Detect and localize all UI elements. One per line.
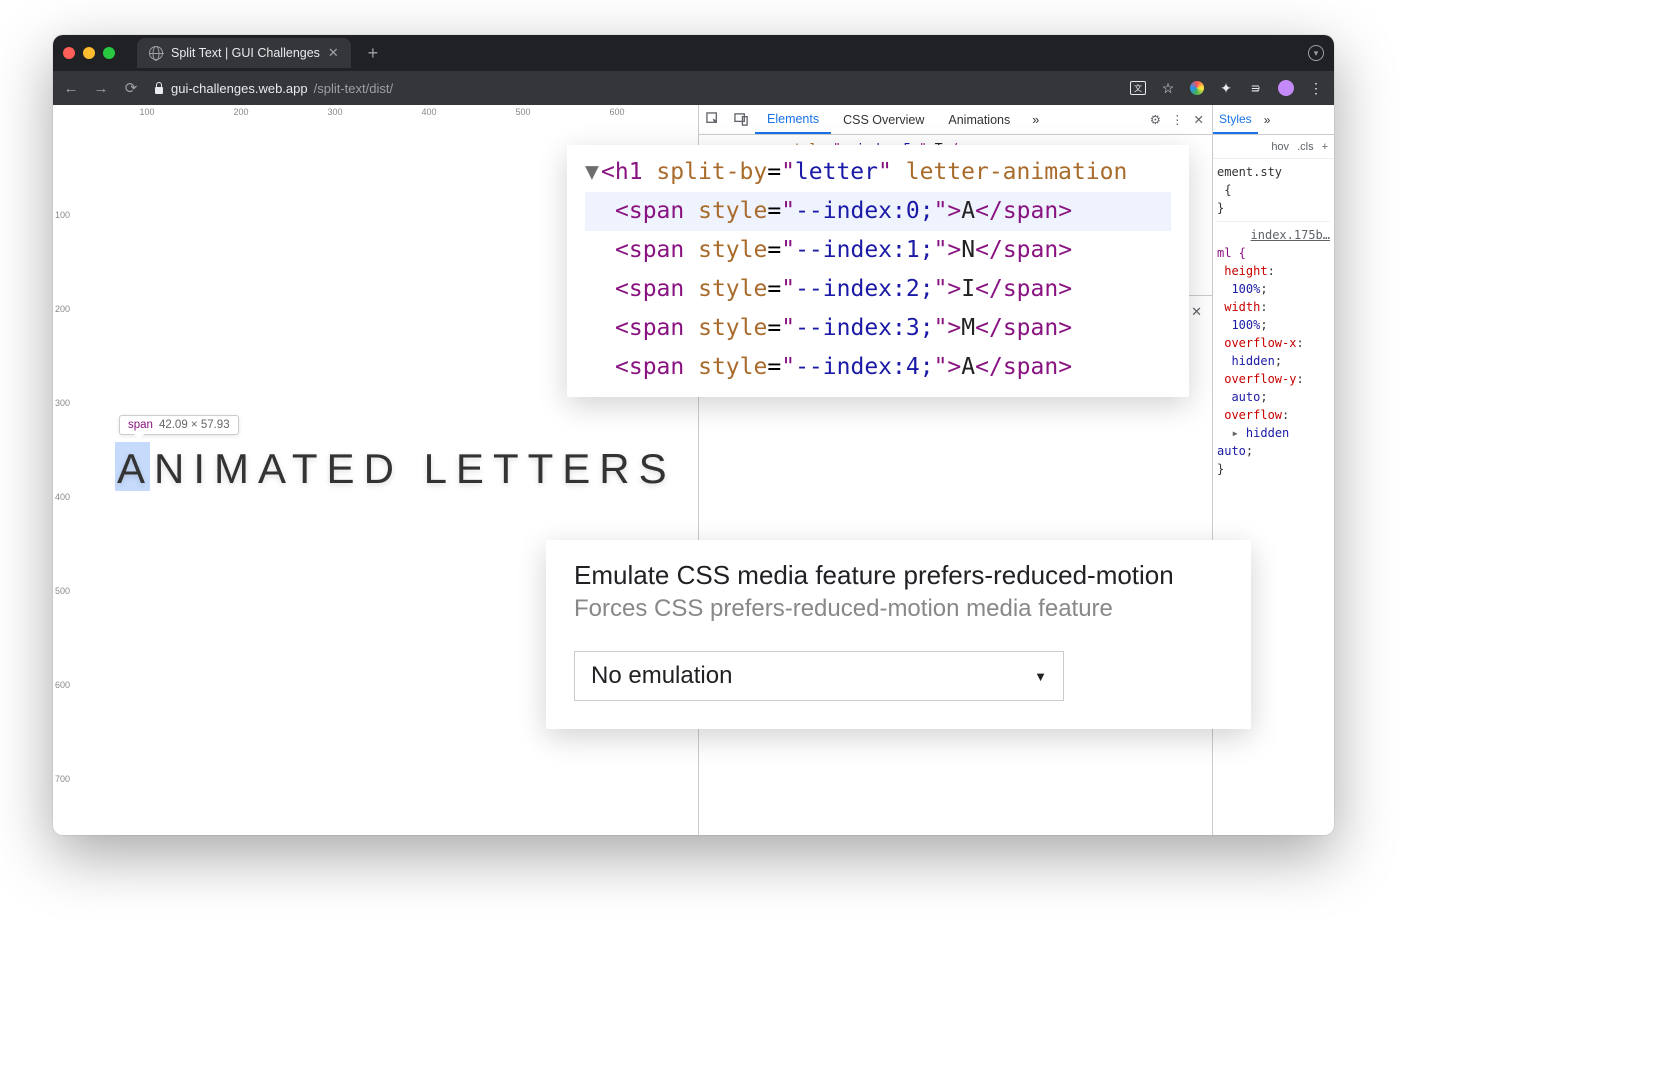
- rendering-zoom-overlay: Emulate CSS media feature prefers-reduce…: [546, 540, 1251, 729]
- styles-tab[interactable]: Styles: [1213, 105, 1258, 134]
- forward-button[interactable]: →: [93, 80, 109, 97]
- tooltip-tagname: span: [128, 419, 153, 431]
- new-tab-button[interactable]: +: [363, 43, 383, 63]
- page-headline: ANIMATED LETTERS: [117, 445, 676, 493]
- inspect-tooltip: span 42.09 × 57.93: [119, 415, 239, 435]
- devtools-menu-icon[interactable]: ⋮: [1171, 112, 1184, 127]
- tab-overflow-icon[interactable]: [1308, 45, 1324, 61]
- url-field[interactable]: gui-challenges.web.app/split-text/dist/: [153, 81, 1116, 96]
- hov-toggle[interactable]: hov: [1271, 141, 1289, 153]
- translate-icon[interactable]: [1130, 81, 1146, 95]
- lock-icon: [153, 82, 165, 94]
- minimize-window-button[interactable]: [83, 47, 95, 59]
- styles-filter-bar: hov .cls +: [1213, 135, 1334, 159]
- drawer-close-icon[interactable]: ✕: [1191, 304, 1202, 320]
- window-controls: [63, 47, 115, 59]
- profile-avatar-icon[interactable]: [1278, 80, 1294, 96]
- media-control-icon[interactable]: [1248, 80, 1264, 96]
- tab-title: Split Text | GUI Challenges: [171, 46, 320, 60]
- inspect-element-icon[interactable]: [699, 112, 727, 127]
- select-value: No emulation: [591, 662, 732, 690]
- rendering-title: Emulate CSS media feature prefers-reduce…: [574, 560, 1223, 591]
- tab-animations[interactable]: Animations: [936, 105, 1022, 134]
- extension-color-icon[interactable]: [1190, 81, 1204, 95]
- ruler-vertical: 100200300400500600700800: [53, 121, 73, 835]
- device-toolbar-icon[interactable]: [727, 112, 755, 127]
- dom-zoom-overlay: ▼<h1 split-by="letter" letter-animation<…: [567, 145, 1189, 397]
- chevron-down-icon: ▼: [1034, 669, 1047, 684]
- tooltip-dimensions: 42.09 × 57.93: [159, 419, 230, 431]
- toolbar-icons: [1130, 80, 1324, 96]
- close-tab-icon[interactable]: ✕: [328, 45, 339, 61]
- kebab-menu-icon[interactable]: [1308, 80, 1324, 96]
- styles-tabs-overflow-icon[interactable]: »: [1258, 113, 1277, 127]
- tab-elements[interactable]: Elements: [755, 105, 831, 134]
- devtools-tabs: Elements CSS Overview Animations » ⚙ ⋮ ✕: [699, 105, 1212, 135]
- ruler-horizontal: 100200300400500600: [53, 105, 698, 121]
- cls-toggle[interactable]: .cls: [1297, 141, 1314, 153]
- globe-icon: [149, 46, 163, 60]
- tab-css-overview[interactable]: CSS Overview: [831, 105, 936, 134]
- reload-button[interactable]: ⟳: [123, 79, 139, 97]
- extensions-icon[interactable]: [1218, 80, 1234, 96]
- add-rule-button[interactable]: +: [1322, 141, 1328, 153]
- devtools-close-icon[interactable]: ✕: [1194, 112, 1204, 127]
- rendering-subtitle: Forces CSS prefers-reduced-motion media …: [574, 595, 1223, 623]
- tabs-overflow-icon[interactable]: »: [1022, 113, 1049, 127]
- browser-tab[interactable]: Split Text | GUI Challenges ✕: [137, 38, 351, 68]
- url-host: gui-challenges.web.app: [171, 81, 308, 96]
- close-window-button[interactable]: [63, 47, 75, 59]
- address-bar: ← → ⟳ gui-challenges.web.app/split-text/…: [53, 71, 1334, 105]
- titlebar: Split Text | GUI Challenges ✕ +: [53, 35, 1334, 71]
- bookmark-icon[interactable]: [1160, 80, 1176, 96]
- url-path: /split-text/dist/: [314, 81, 393, 96]
- settings-gear-icon[interactable]: ⚙: [1150, 112, 1161, 127]
- back-button[interactable]: ←: [63, 80, 79, 97]
- styles-rules[interactable]: ement.sty {}index.175b…ml { height: 100%…: [1213, 159, 1334, 482]
- reduced-motion-select-large[interactable]: No emulation ▼: [574, 651, 1064, 701]
- maximize-window-button[interactable]: [103, 47, 115, 59]
